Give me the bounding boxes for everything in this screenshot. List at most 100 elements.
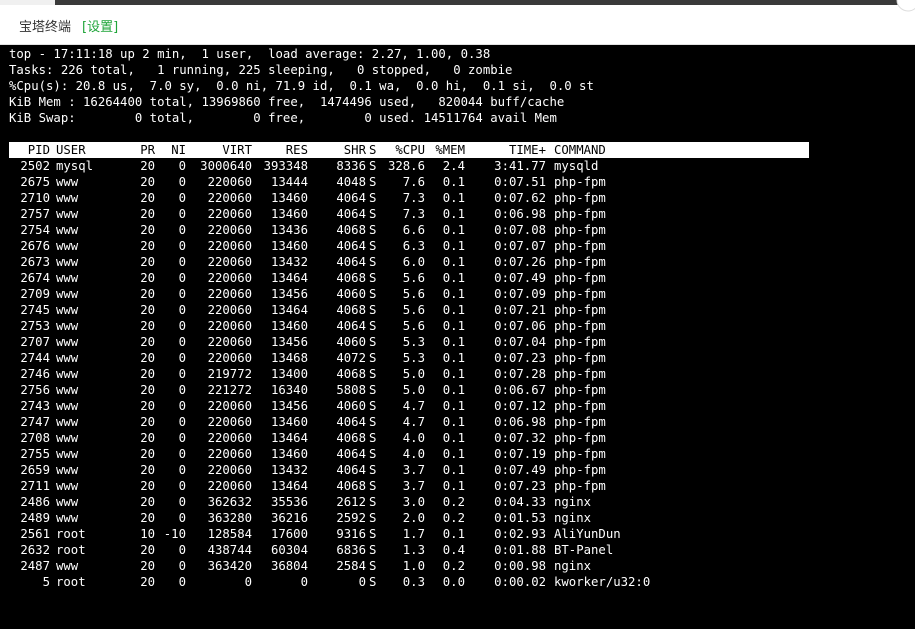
process-mem: 0.1: [442, 351, 465, 365]
process-virt: 221272: [207, 383, 252, 397]
process-time: 0:01.53: [494, 511, 546, 525]
process-virt: 220060: [207, 223, 252, 237]
process-cpu: 4.7: [402, 415, 425, 429]
process-user: www: [56, 495, 79, 509]
process-res: 13456: [270, 287, 308, 301]
col-res: RES: [285, 143, 308, 157]
table-row: 2711 www 20 0 220060 13464 4068 S 3.7 0.1 0:07.23 p…: [9, 478, 809, 494]
process-cpu: 5.3: [402, 351, 425, 365]
process-shr: 4060: [336, 335, 366, 349]
process-cpu: 3.0: [402, 495, 425, 509]
process-priority: 10: [140, 527, 155, 541]
table-row: 2754 www 20 0 220060 13436 4068 S 6.6 0.1 0:07.08 p…: [9, 222, 809, 238]
process-res: 13400: [270, 367, 308, 381]
table-row: 2757 www 20 0 220060 13460 4064 S 7.3 0.1 0:06.98 p…: [9, 206, 809, 222]
process-pid: 2676: [20, 239, 50, 253]
process-time: 0:00.02: [494, 575, 546, 589]
process-cpu: 5.6: [402, 303, 425, 317]
process-mem: 0.1: [442, 415, 465, 429]
terminal-output[interactable]: top - 17:11:18 up 2 min, 1 user, load av…: [0, 45, 915, 629]
process-mem: 0.2: [442, 495, 465, 509]
process-priority: 20: [140, 415, 155, 429]
process-res: 16340: [270, 383, 308, 397]
process-cpu: 5.6: [402, 319, 425, 333]
process-nice: 0: [178, 255, 186, 269]
process-command: php-fpm: [554, 431, 606, 445]
process-virt: 220060: [207, 351, 252, 365]
process-table-header: PID USER PR NI VIRT RES SHR S %CPU %MEM …: [9, 142, 809, 158]
process-mem: 0.1: [442, 319, 465, 333]
table-row: 2486 www 20 0 362632 35536 2612 S 3.0 0.2 0:04.33 n…: [9, 494, 809, 510]
process-shr: 4072: [336, 351, 366, 365]
process-res: 13460: [270, 447, 308, 461]
settings-link[interactable]: [设置]: [82, 16, 118, 35]
process-time: 0:06.98: [494, 207, 546, 221]
process-cpu: 6.6: [402, 223, 425, 237]
process-state: S: [369, 511, 377, 525]
process-time: 0:07.49: [494, 463, 546, 477]
process-mem: 0.2: [442, 511, 465, 525]
process-nice: 0: [178, 383, 186, 397]
process-user: www: [56, 415, 79, 429]
process-user: www: [56, 383, 79, 397]
process-user: www: [56, 319, 79, 333]
process-virt: 219772: [207, 367, 252, 381]
process-priority: 20: [140, 511, 155, 525]
process-shr: 4064: [336, 255, 366, 269]
process-user: www: [56, 559, 79, 573]
process-command: php-fpm: [554, 335, 606, 349]
process-shr: 4068: [336, 271, 366, 285]
process-virt: 220060: [207, 255, 252, 269]
process-nice: 0: [178, 351, 186, 365]
process-user: root: [56, 575, 86, 589]
process-shr: 4048: [336, 175, 366, 189]
process-user: root: [56, 527, 86, 541]
corner-icon: [896, 0, 915, 12]
process-virt: 220060: [207, 287, 252, 301]
process-state: S: [369, 559, 377, 573]
table-row: 2676 www 20 0 220060 13460 4064 S 6.3 0.1 0:07.07 p…: [9, 238, 809, 254]
process-cpu: 3.7: [402, 463, 425, 477]
process-user: www: [56, 479, 79, 493]
process-cpu: 5.6: [402, 271, 425, 285]
process-time: 0:07.06: [494, 319, 546, 333]
table-row: 2561 root 10 -10 128584 17600 9316 S 1.7 0.1 0:02.…: [9, 526, 809, 542]
process-shr: 4064: [336, 447, 366, 461]
process-state: S: [369, 431, 377, 445]
process-state: S: [369, 543, 377, 557]
process-priority: 20: [140, 223, 155, 237]
process-pid: 2743: [20, 399, 50, 413]
process-res: 13460: [270, 415, 308, 429]
process-state: S: [369, 495, 377, 509]
process-mem: 0.4: [442, 543, 465, 557]
process-state: S: [369, 575, 377, 589]
process-priority: 20: [140, 191, 155, 205]
process-cpu: 4.0: [402, 431, 425, 445]
process-cpu: 4.0: [402, 447, 425, 461]
process-res: 13460: [270, 207, 308, 221]
process-mem: 0.1: [442, 383, 465, 397]
process-cpu: 6.3: [402, 239, 425, 253]
process-state: S: [369, 287, 377, 301]
mem-line: KiB Mem : 16264400 total, 13969860 free,…: [9, 95, 565, 109]
process-nice: 0: [178, 431, 186, 445]
process-shr: 2612: [336, 495, 366, 509]
process-pid: 2707: [20, 335, 50, 349]
process-user: root: [56, 543, 86, 557]
process-priority: 20: [140, 175, 155, 189]
process-cpu: 1.0: [402, 559, 425, 573]
process-res: 393348: [263, 159, 308, 173]
process-user: www: [56, 239, 79, 253]
process-cpu: 328.6: [387, 159, 425, 173]
process-res: 13444: [270, 175, 308, 189]
process-res: 13468: [270, 351, 308, 365]
process-cpu: 1.7: [402, 527, 425, 541]
col-pid: PID: [27, 143, 50, 157]
process-command: BT-Panel: [554, 543, 614, 557]
process-time: 0:07.49: [494, 271, 546, 285]
process-cpu: 1.3: [402, 543, 425, 557]
table-row: 2707 www 20 0 220060 13456 4060 S 5.3 0.1 0:07.04 p…: [9, 334, 809, 350]
table-row: 2747 www 20 0 220060 13460 4064 S 4.7 0.1 0:06.98 p…: [9, 414, 809, 430]
process-user: www: [56, 431, 79, 445]
process-pid: 2632: [20, 543, 50, 557]
